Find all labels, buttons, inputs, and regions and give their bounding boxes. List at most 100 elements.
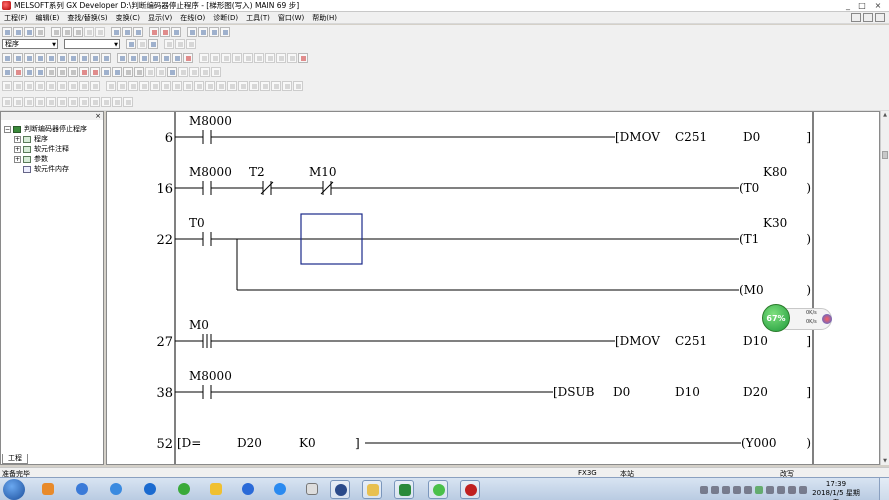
menu-window[interactable]: 窗口(W) bbox=[274, 13, 308, 23]
device-batch-icon[interactable] bbox=[79, 67, 89, 77]
tray-user-icon[interactable] bbox=[733, 485, 741, 494]
misc-12-icon[interactable] bbox=[123, 97, 133, 107]
data-type-combo[interactable]: 程序 ▼ bbox=[2, 39, 58, 49]
tree-item-device-memory[interactable]: 软元件内存 bbox=[4, 164, 87, 174]
tray-flag-icon[interactable] bbox=[788, 485, 796, 494]
parallel-open-contact-icon[interactable] bbox=[13, 53, 23, 63]
program-combo[interactable]: ▼ bbox=[64, 39, 120, 49]
taskbar-baidu-icon[interactable] bbox=[238, 480, 258, 499]
password-icon[interactable] bbox=[249, 81, 259, 91]
keyword-icon[interactable] bbox=[238, 81, 248, 91]
taskbar-ie-icon[interactable] bbox=[106, 480, 126, 499]
taskbar-folder-icon[interactable] bbox=[362, 480, 382, 499]
menu-diagnostics[interactable]: 诊断(D) bbox=[209, 13, 242, 23]
zoom-out-icon[interactable] bbox=[198, 27, 208, 37]
program-list-icon[interactable] bbox=[126, 39, 136, 49]
application-instruction-icon[interactable] bbox=[57, 53, 67, 63]
menu-find-replace[interactable]: 查找/替换(S) bbox=[63, 13, 111, 23]
online-clear-icon[interactable] bbox=[90, 81, 100, 91]
ladder-editor[interactable]: 6 M8000 [DMOV C251 D0] 16 M8000 T2 M10 (T0) K80 22 T… bbox=[106, 111, 880, 465]
test-force-on-icon[interactable] bbox=[117, 81, 127, 91]
function-f10-icon[interactable] bbox=[298, 53, 308, 63]
tab-project[interactable]: 工程 bbox=[2, 454, 28, 464]
expand-icon[interactable]: + bbox=[14, 155, 21, 163]
memory-usage-gauge[interactable]: 67% bbox=[762, 304, 790, 332]
invert-result-icon[interactable] bbox=[161, 53, 171, 63]
copy-icon[interactable] bbox=[62, 27, 72, 37]
function-f2-icon[interactable] bbox=[210, 53, 220, 63]
parallel-falling-edge-icon[interactable] bbox=[150, 53, 160, 63]
sort-icon[interactable] bbox=[175, 39, 185, 49]
program-edit-icon[interactable] bbox=[137, 39, 147, 49]
horizontal-line-icon[interactable] bbox=[68, 53, 78, 63]
function-f4-icon[interactable] bbox=[232, 53, 242, 63]
draw-line-icon[interactable] bbox=[172, 53, 182, 63]
misc-5-icon[interactable] bbox=[46, 97, 56, 107]
function-f1-icon[interactable] bbox=[199, 53, 209, 63]
menu-help[interactable]: 帮助(H) bbox=[308, 13, 341, 23]
menu-project[interactable]: 工程(F) bbox=[0, 13, 32, 23]
online-step-icon[interactable] bbox=[79, 81, 89, 91]
misc-1-icon[interactable] bbox=[2, 97, 12, 107]
note-icon[interactable] bbox=[68, 67, 78, 77]
timer-list-icon[interactable] bbox=[134, 67, 144, 77]
tray-monitor-icon[interactable] bbox=[711, 485, 719, 494]
vertical-scrollbar[interactable]: ▲ ▼ bbox=[880, 111, 889, 465]
taskbar-ie-2-icon[interactable] bbox=[270, 480, 290, 499]
coil-icon[interactable] bbox=[46, 53, 56, 63]
cross-reference-icon[interactable] bbox=[112, 67, 122, 77]
redo-icon[interactable] bbox=[95, 27, 105, 37]
misc-7-icon[interactable] bbox=[68, 97, 78, 107]
taskbar-melsoft-icon[interactable] bbox=[460, 480, 480, 499]
function-f5-icon[interactable] bbox=[243, 53, 253, 63]
mdi-restore-button[interactable] bbox=[863, 13, 873, 22]
misc-4-icon[interactable] bbox=[35, 97, 45, 107]
scroll-up-icon[interactable]: ▲ bbox=[881, 111, 889, 119]
tree-item-program[interactable]: + 程序 bbox=[4, 134, 87, 144]
ladder-mode-icon[interactable] bbox=[24, 67, 34, 77]
system-monitor-icon[interactable] bbox=[293, 81, 303, 91]
table-icon[interactable] bbox=[186, 39, 196, 49]
usage-list-icon[interactable] bbox=[123, 67, 133, 77]
online-write-icon[interactable] bbox=[13, 81, 23, 91]
online-run-icon[interactable] bbox=[57, 81, 67, 91]
transfer-setup-icon[interactable] bbox=[282, 81, 292, 91]
delete-drawn-line-icon[interactable] bbox=[183, 53, 193, 63]
convert-all-icon[interactable] bbox=[13, 67, 23, 77]
online-stop-icon[interactable] bbox=[46, 81, 56, 91]
plc-write-icon[interactable] bbox=[160, 27, 170, 37]
open-file-icon[interactable] bbox=[13, 27, 23, 37]
taskbar-clock[interactable]: 17:39 2018/1/5 星期五 bbox=[811, 480, 861, 500]
find-contact-icon[interactable] bbox=[133, 27, 143, 37]
falling-edge-contact-icon[interactable] bbox=[128, 53, 138, 63]
entry-monitor-icon[interactable] bbox=[139, 81, 149, 91]
zoom-in-icon[interactable] bbox=[178, 67, 188, 77]
paste-icon[interactable] bbox=[73, 27, 83, 37]
buffer-memory-icon[interactable] bbox=[150, 81, 160, 91]
function-f6-icon[interactable] bbox=[254, 53, 264, 63]
tree-item-root[interactable]: − 判断编码器停止程序 bbox=[4, 124, 87, 134]
function-f7-icon[interactable] bbox=[265, 53, 275, 63]
sampling-icon[interactable] bbox=[172, 81, 182, 91]
comment-icon[interactable] bbox=[46, 67, 56, 77]
online-pause-icon[interactable] bbox=[68, 81, 78, 91]
print-setup-icon[interactable] bbox=[220, 27, 230, 37]
row-icon[interactable] bbox=[211, 67, 221, 77]
taskbar-wechat-icon[interactable] bbox=[428, 480, 448, 499]
misc-10-icon[interactable] bbox=[101, 97, 111, 107]
tray-nvidia-icon[interactable] bbox=[755, 485, 763, 494]
normally-closed-contact-icon[interactable] bbox=[24, 53, 34, 63]
zoom-reset-icon[interactable] bbox=[189, 67, 199, 77]
statement-icon[interactable] bbox=[57, 67, 67, 77]
step-back-icon[interactable] bbox=[156, 67, 166, 77]
vertical-line-icon[interactable] bbox=[79, 53, 89, 63]
tree-item-device-comment[interactable]: + 软元件注释 bbox=[4, 144, 87, 154]
taskbar-refresh-icon[interactable] bbox=[72, 480, 92, 499]
parallel-rising-edge-icon[interactable] bbox=[139, 53, 149, 63]
find-instruction-icon[interactable] bbox=[122, 27, 132, 37]
program-setting-icon[interactable] bbox=[148, 39, 158, 49]
clock-set-icon[interactable] bbox=[227, 81, 237, 91]
test-force-off-icon[interactable] bbox=[128, 81, 138, 91]
maximize-button[interactable]: □ bbox=[855, 0, 869, 11]
menu-view[interactable]: 显示(V) bbox=[144, 13, 176, 23]
